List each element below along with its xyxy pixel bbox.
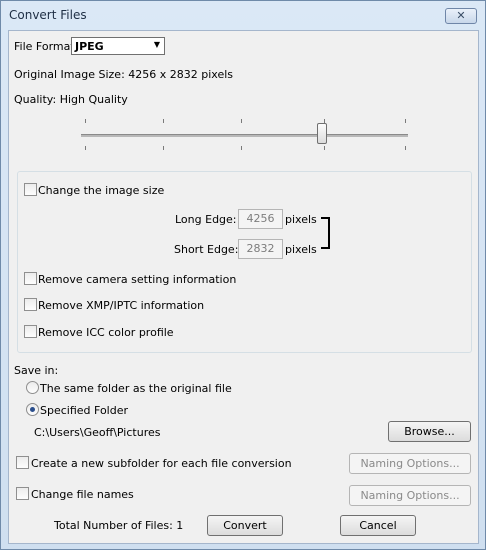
- same-folder-label: The same folder as the original file: [40, 382, 232, 395]
- quality-label: Quality: High Quality: [14, 93, 128, 106]
- close-button[interactable]: ✕: [445, 8, 477, 24]
- convert-files-dialog: Convert Files ✕ File Format: JPEG ▼ Orig…: [0, 0, 486, 550]
- file-format-value: JPEG: [75, 40, 104, 53]
- slider-tick: [163, 119, 164, 123]
- save-in-label: Save in:: [14, 364, 59, 377]
- original-image-size: Original Image Size: 4256 x 2832 pixels: [14, 68, 234, 81]
- slider-tick: [405, 119, 406, 123]
- specified-folder-label: Specified Folder: [40, 404, 129, 417]
- long-edge-label: Long Edge:: [175, 213, 237, 226]
- slider-tick: [85, 146, 86, 150]
- cancel-button[interactable]: Cancel: [340, 515, 416, 536]
- remove-xmp-checkbox[interactable]: [24, 298, 37, 311]
- long-edge-input[interactable]: 4256: [238, 209, 283, 229]
- aspect-link-bracket: [321, 217, 330, 249]
- slider-tick: [324, 146, 325, 150]
- file-format-dropdown[interactable]: JPEG ▼: [71, 37, 165, 55]
- change-size-checkbox[interactable]: [24, 183, 37, 196]
- slider-tick: [405, 146, 406, 150]
- slider-tick: [163, 146, 164, 150]
- change-names-checkbox[interactable]: [16, 487, 29, 500]
- subfolder-label: Create a new subfolder for each file con…: [31, 457, 292, 470]
- slider-tick: [241, 119, 242, 123]
- short-edge-label: Short Edge:: [174, 243, 239, 256]
- title-bar: Convert Files ✕: [1, 1, 485, 29]
- chevron-down-icon: ▼: [153, 40, 160, 49]
- slider-track[interactable]: [81, 134, 408, 137]
- change-names-label: Change file names: [31, 488, 134, 501]
- total-files-count: Total Number of Files: 1: [54, 519, 184, 532]
- remove-camera-checkbox[interactable]: [24, 272, 37, 285]
- long-edge-unit: pixels: [285, 213, 317, 226]
- browse-button[interactable]: Browse...: [388, 421, 471, 442]
- subfolder-naming-options-button[interactable]: Naming Options...: [349, 453, 471, 474]
- slider-tick: [85, 119, 86, 123]
- same-folder-radio[interactable]: [26, 381, 39, 394]
- convert-button[interactable]: Convert: [207, 515, 283, 536]
- remove-icc-label: Remove ICC color profile: [38, 326, 174, 339]
- short-edge-input[interactable]: 2832: [238, 239, 283, 259]
- filename-naming-options-button[interactable]: Naming Options...: [349, 485, 471, 506]
- slider-thumb[interactable]: [316, 123, 327, 144]
- subfolder-checkbox[interactable]: [16, 456, 29, 469]
- short-edge-unit: pixels: [285, 243, 317, 256]
- folder-path: C:\Users\Geoff\Pictures: [34, 426, 161, 439]
- slider-tick: [241, 146, 242, 150]
- remove-xmp-label: Remove XMP/IPTC information: [38, 299, 205, 312]
- remove-camera-label: Remove camera setting information: [38, 273, 237, 286]
- file-format-label: File Format:: [14, 40, 79, 53]
- specified-folder-radio[interactable]: [26, 403, 39, 416]
- change-size-label: Change the image size: [38, 184, 165, 197]
- remove-icc-checkbox[interactable]: [24, 325, 37, 338]
- dialog-title: Convert Files: [9, 8, 87, 22]
- dialog-body: File Format: JPEG ▼ Original Image Size:…: [8, 30, 479, 544]
